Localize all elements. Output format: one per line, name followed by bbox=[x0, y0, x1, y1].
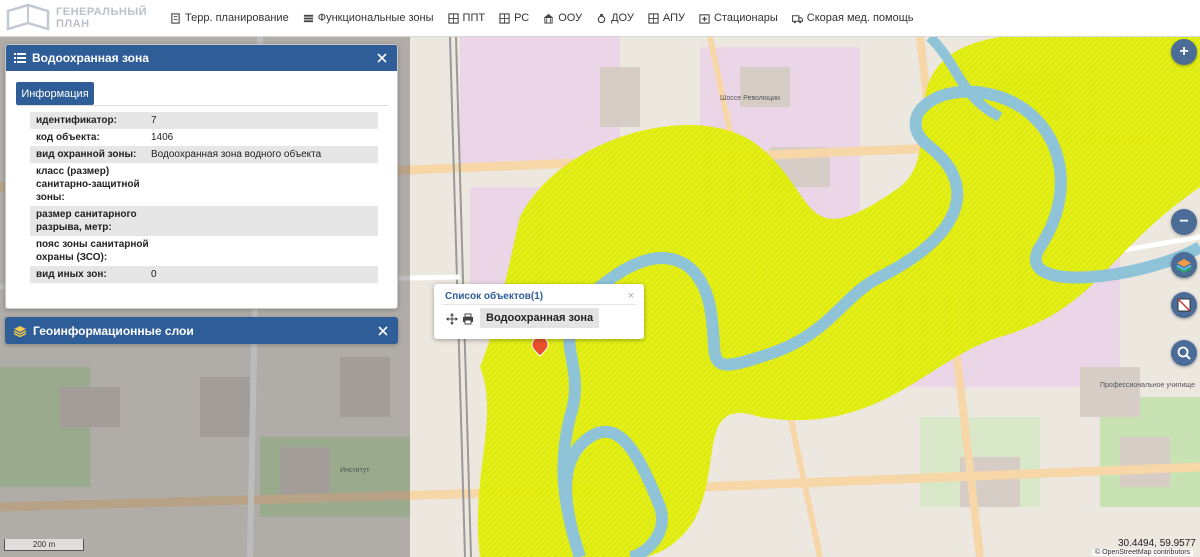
table-row: размер санитарного разрыва, метр: bbox=[30, 206, 378, 236]
attr-key: класс (размер) санитарно-защитной зоны: bbox=[36, 166, 140, 203]
nav-oou[interactable]: ООУ bbox=[543, 12, 582, 24]
attr-key: вид охранной зоны: bbox=[36, 149, 137, 160]
attr-key: идентификатор: bbox=[36, 115, 117, 126]
nav-label: Функциональные зоны bbox=[317, 12, 434, 24]
grid-icon bbox=[499, 12, 510, 24]
scale-bar: 200 m bbox=[4, 539, 84, 551]
nav-label: ООУ bbox=[558, 12, 583, 24]
table-row: идентификатор: 7 bbox=[30, 112, 378, 129]
layers-panel[interactable]: Геоинформационные слои bbox=[5, 317, 398, 344]
table-row: вид охранной зоны: Водоохранная зона вод… bbox=[30, 146, 378, 163]
attr-value: 1406 bbox=[151, 132, 174, 143]
layers-toggle-button[interactable] bbox=[1171, 252, 1197, 278]
nav-terr-planning[interactable]: Терр. планирование bbox=[170, 12, 289, 24]
tab-information[interactable]: Информация bbox=[16, 82, 94, 105]
search-button[interactable] bbox=[1171, 340, 1197, 366]
list-icon bbox=[303, 14, 313, 22]
table-row: пояс зоны санитарной охраны (ЗСО): bbox=[30, 236, 378, 266]
nav-hospitals[interactable]: Стационары bbox=[699, 12, 778, 24]
map-marker-icon[interactable] bbox=[531, 339, 549, 357]
print-icon[interactable] bbox=[462, 313, 474, 325]
attr-key: размер санитарного разрыва, метр: bbox=[36, 209, 137, 233]
nav-label: Скорая мед. помощь bbox=[806, 12, 914, 24]
nav-label: РС bbox=[514, 12, 530, 24]
layers-stack-icon bbox=[1176, 259, 1192, 273]
map-type-button[interactable] bbox=[1171, 292, 1197, 318]
grid-icon bbox=[447, 12, 459, 24]
map-label: Профессиональное училище bbox=[1100, 382, 1195, 389]
table-row: вид иных зон: 0 bbox=[30, 266, 378, 283]
table-row: класс (размер) санитарно-защитной зоны: bbox=[30, 163, 378, 206]
logo-text: ГЕНЕРАЛЬНЫЙ ПЛАН bbox=[56, 6, 148, 30]
building-icon bbox=[544, 13, 554, 24]
table-row: код объекта: 1406 bbox=[30, 129, 378, 146]
app-logo[interactable]: ГЕНЕРАЛЬНЫЙ ПЛАН bbox=[0, 0, 170, 37]
search-icon bbox=[1177, 346, 1191, 360]
zoom-out-label: − bbox=[1179, 213, 1189, 230]
layers-icon bbox=[13, 325, 27, 337]
nav-label: Стационары bbox=[713, 12, 778, 24]
attr-value bbox=[151, 165, 378, 204]
info-panel-title: Водоохранная зона bbox=[32, 51, 149, 65]
building-icon bbox=[699, 13, 710, 24]
nav-label: АПУ bbox=[662, 12, 685, 24]
info-panel-header: Водоохранная зона bbox=[6, 45, 397, 71]
attr-value: 0 bbox=[151, 269, 157, 280]
close-icon[interactable] bbox=[375, 51, 389, 65]
zoom-in-button[interactable]: + bbox=[1171, 39, 1197, 65]
attr-value bbox=[151, 208, 378, 234]
attr-value: 7 bbox=[151, 115, 157, 126]
cursor-coordinates: 30.4494, 59.9577 bbox=[1118, 538, 1196, 549]
nav-label: Терр. планирование bbox=[185, 12, 289, 24]
nav-dou[interactable]: ДОУ bbox=[596, 12, 634, 24]
layers-panel-title: Геоинформационные слои bbox=[33, 323, 194, 338]
document-icon bbox=[171, 12, 180, 24]
map-label: Шоссе Революции bbox=[720, 95, 780, 102]
move-icon[interactable] bbox=[446, 313, 458, 325]
pacifier-icon bbox=[597, 13, 606, 23]
info-panel: Водоохранная зона Информация идентификат… bbox=[5, 44, 398, 309]
ambulance-icon bbox=[791, 14, 803, 23]
nav-ambulance[interactable]: Скорая мед. помощь bbox=[791, 12, 914, 24]
attr-value: Водоохранная зона водного объекта bbox=[151, 149, 322, 160]
nav-apu[interactable]: АПУ bbox=[648, 12, 685, 24]
nav-rs[interactable]: РС bbox=[499, 12, 529, 24]
objects-popup: Список объектов(1) × Водоохранная зона bbox=[434, 284, 644, 339]
attr-key: вид иных зон: bbox=[36, 269, 107, 280]
main-nav: Терр. планирование Функциональные зоны П… bbox=[170, 0, 928, 37]
map-attribution[interactable]: © OpenStreetMap contributors bbox=[1092, 549, 1194, 556]
map-label: Институт bbox=[340, 467, 370, 474]
attribute-table: идентификатор: 7 код объекта: 1406 вид о… bbox=[30, 112, 378, 283]
nav-label: ППТ bbox=[462, 12, 486, 24]
attr-value bbox=[151, 238, 378, 264]
top-header: ГЕНЕРАЛЬНЫЙ ПЛАН Терр. планирование Функ… bbox=[0, 0, 1200, 37]
popup-title: Список объектов(1) bbox=[445, 291, 544, 302]
popup-divider bbox=[442, 304, 636, 305]
attr-key: код объекта: bbox=[36, 132, 100, 143]
attr-key: пояс зоны санитарной охраны (ЗСО): bbox=[36, 239, 149, 263]
nav-functional-zones[interactable]: Функциональные зоны bbox=[303, 12, 434, 24]
grid-icon bbox=[648, 12, 659, 24]
popup-item-water-zone[interactable]: Водоохранная зона bbox=[480, 308, 600, 328]
nav-label: ДОУ bbox=[611, 12, 634, 24]
menu-icon bbox=[14, 53, 26, 63]
map-tile-icon bbox=[1177, 298, 1191, 312]
tab-divider bbox=[16, 105, 389, 106]
zoom-out-button[interactable]: − bbox=[1171, 209, 1197, 235]
close-icon[interactable] bbox=[376, 324, 390, 338]
zoom-in-label: + bbox=[1179, 43, 1189, 60]
popup-close-button[interactable]: × bbox=[628, 290, 634, 302]
nav-ppt[interactable]: ППТ bbox=[447, 12, 486, 24]
logo-icon bbox=[6, 3, 50, 31]
